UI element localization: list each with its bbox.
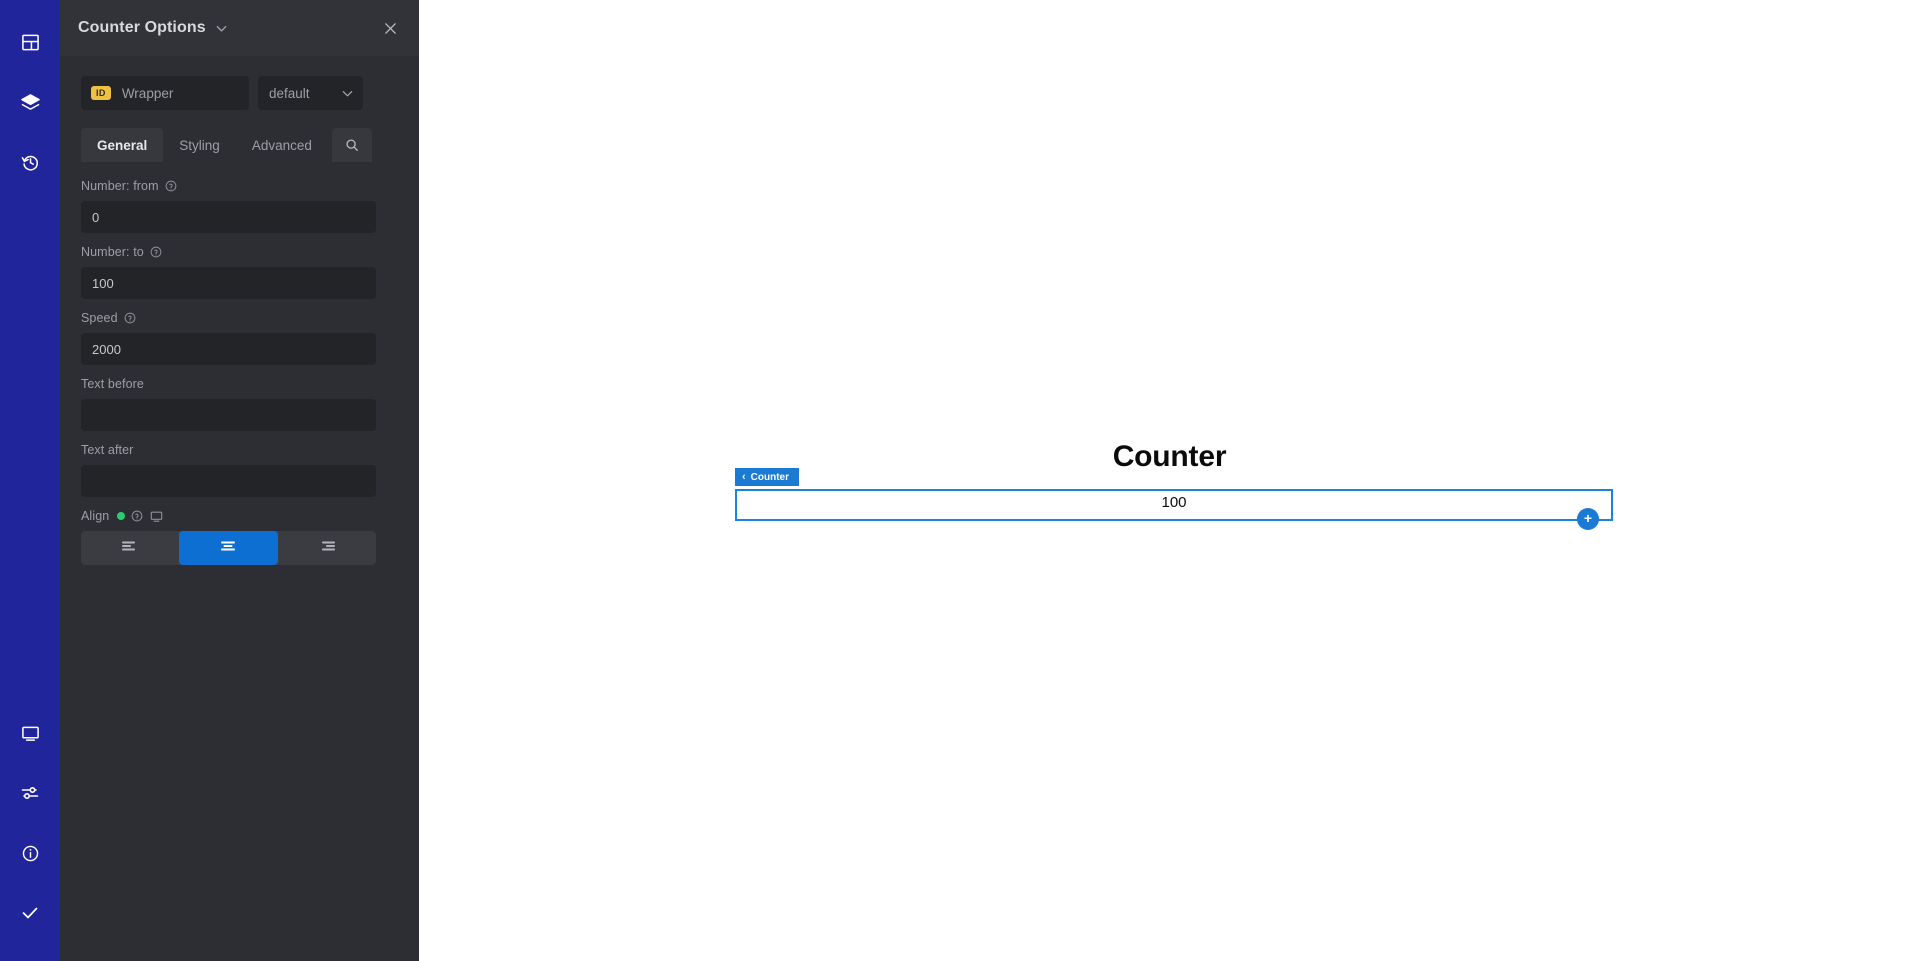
field-number-from: Number: from xyxy=(81,178,395,233)
field-label-text: Speed xyxy=(81,311,118,325)
element-id-row: ID Wrapper default xyxy=(60,56,419,110)
field-text-before: Text before xyxy=(81,376,395,431)
field-label-text: Text before xyxy=(81,377,144,391)
tab-advanced[interactable]: Advanced xyxy=(236,128,328,162)
chevron-down-icon[interactable] xyxy=(215,22,228,35)
tab-styling[interactable]: Styling xyxy=(163,128,236,162)
help-icon[interactable] xyxy=(150,246,162,258)
options-panel: Counter Options ID Wrapper default Gener… xyxy=(60,0,419,961)
speed-input[interactable] xyxy=(81,333,376,365)
tab-general[interactable]: General xyxy=(81,128,164,162)
field-align: Align xyxy=(81,508,395,565)
text-after-input[interactable] xyxy=(81,465,376,497)
layout-icon xyxy=(21,33,40,52)
help-icon[interactable] xyxy=(165,180,177,192)
rail-item-info[interactable] xyxy=(0,823,60,883)
status-dot xyxy=(117,512,126,520)
monitor-icon[interactable] xyxy=(150,510,163,523)
align-center-icon xyxy=(219,539,237,558)
field-label-text: Align xyxy=(81,509,110,523)
selected-element-label: Counter xyxy=(750,471,790,483)
text-before-input[interactable] xyxy=(81,399,376,431)
chevron-down-icon xyxy=(341,87,354,100)
fields-container: Number: from Number: xyxy=(60,162,419,565)
rail-item-settings[interactable] xyxy=(0,763,60,823)
selected-element-badge[interactable]: ‹ Counter xyxy=(735,468,800,486)
rail-item-history[interactable] xyxy=(0,132,60,192)
chevron-left-icon: ‹ xyxy=(742,470,746,483)
number-from-input[interactable] xyxy=(81,201,376,233)
element-id-value: Wrapper xyxy=(121,85,174,101)
layers-icon xyxy=(20,92,41,113)
align-left-button[interactable] xyxy=(81,531,179,565)
page-title: Counter xyxy=(1112,440,1227,473)
state-select[interactable]: default xyxy=(258,76,363,110)
panel-title: Counter Options xyxy=(78,19,206,36)
editor-canvas[interactable]: Counter ‹ Counter 100 + xyxy=(419,0,1920,961)
field-number-to: Number: to xyxy=(81,244,395,299)
align-right-icon xyxy=(318,539,336,558)
panel-tabs: General Styling Advanced xyxy=(60,128,419,162)
monitor-icon xyxy=(21,724,40,743)
plus-icon: + xyxy=(1583,510,1593,526)
rail-item-responsive[interactable] xyxy=(0,703,60,763)
search-icon[interactable] xyxy=(331,128,372,162)
align-left-icon xyxy=(121,539,139,558)
field-label-text: Text after xyxy=(81,443,134,457)
check-icon xyxy=(20,903,40,923)
add-element-button[interactable]: + xyxy=(1577,508,1599,530)
state-select-value: default xyxy=(269,85,310,101)
rail-item-layers[interactable] xyxy=(0,72,60,132)
field-label-text: Number: from xyxy=(81,179,159,193)
field-label: Text after xyxy=(81,442,395,458)
history-icon xyxy=(21,153,40,172)
left-icon-rail xyxy=(0,0,60,961)
field-label: Align xyxy=(81,508,395,524)
field-speed: Speed xyxy=(81,310,395,365)
field-label: Number: to xyxy=(81,244,395,260)
rail-item-done[interactable] xyxy=(0,883,60,943)
field-text-after: Text after xyxy=(81,442,395,497)
selected-element-outline[interactable] xyxy=(735,489,1613,521)
align-center-button[interactable] xyxy=(179,531,278,565)
sliders-icon xyxy=(20,783,40,803)
element-id-field[interactable]: ID Wrapper xyxy=(81,76,249,110)
field-label: Number: from xyxy=(81,178,395,194)
rail-bottom-group xyxy=(0,703,60,961)
panel-body: ID Wrapper default General Styling Advan… xyxy=(60,56,419,576)
rail-item-layout[interactable] xyxy=(0,12,60,72)
close-icon[interactable] xyxy=(377,15,403,41)
app-root: Counter Options ID Wrapper default Gener… xyxy=(0,0,1920,961)
field-label-text: Number: to xyxy=(81,245,144,259)
panel-header: Counter Options xyxy=(60,0,419,56)
rail-top-group xyxy=(0,0,60,192)
field-label: Text before xyxy=(81,376,395,392)
info-icon xyxy=(21,844,40,863)
number-to-input[interactable] xyxy=(81,267,376,299)
help-icon[interactable] xyxy=(131,510,143,522)
field-label: Speed xyxy=(81,310,395,326)
id-badge: ID xyxy=(91,86,111,100)
help-icon[interactable] xyxy=(124,312,136,324)
align-segmented-control xyxy=(81,531,376,565)
align-right-button[interactable] xyxy=(278,531,376,565)
